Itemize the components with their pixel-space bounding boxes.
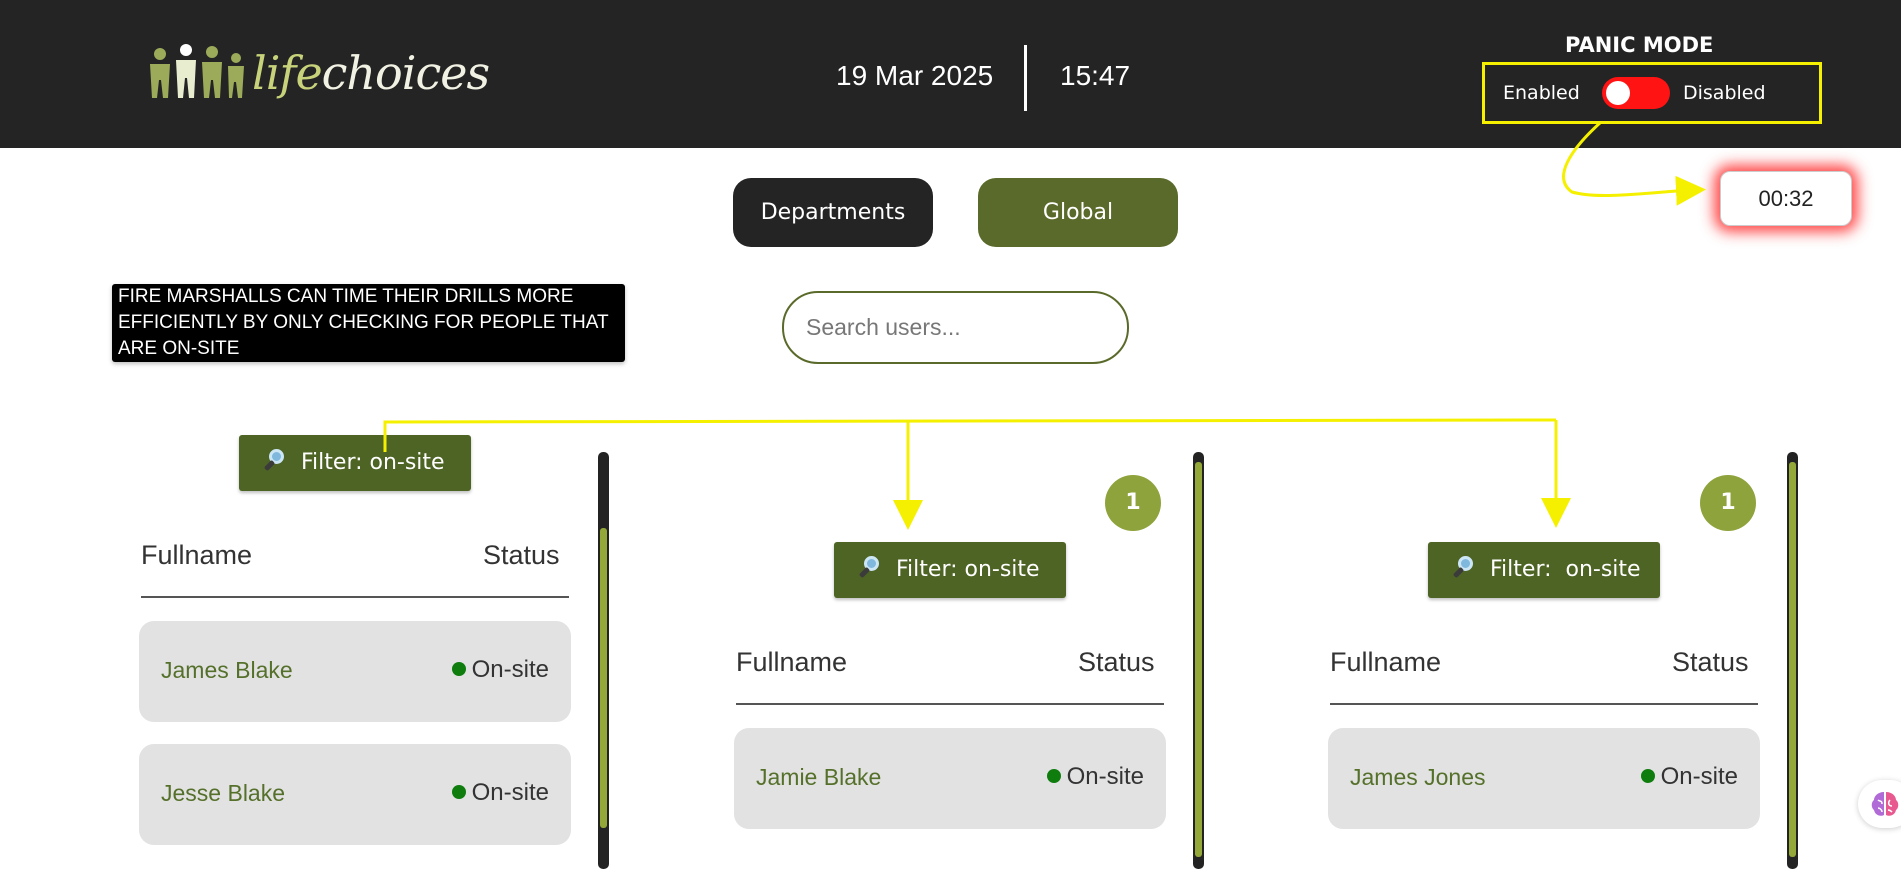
departments-button[interactable]: Departments <box>733 178 933 247</box>
panic-mode-title: PANIC MODE <box>1565 33 1714 57</box>
magnifier-icon <box>1452 555 1476 579</box>
green-dot-icon <box>451 662 466 676</box>
header-divider <box>1024 45 1027 111</box>
search-users-input[interactable] <box>782 291 1129 364</box>
panic-enabled-label: Enabled <box>1503 82 1580 104</box>
scrollbar-thumb[interactable] <box>1195 462 1202 857</box>
app-root: lifechoices 19 Mar 2025 15:47 PANIC MODE… <box>0 0 1901 869</box>
row-fullname: James Blake <box>161 657 293 683</box>
green-dot-icon <box>451 785 466 799</box>
row-status: On-site <box>1046 763 1144 791</box>
logo-life-text: life <box>252 46 323 100</box>
row-status-text: On-site <box>1660 763 1738 790</box>
panel-3-scrollbar[interactable] <box>1787 452 1798 869</box>
current-date: 19 Mar 2025 <box>836 60 994 91</box>
top-header: lifechoices 19 Mar 2025 15:47 PANIC MODE… <box>0 0 1901 148</box>
panic-disabled-label: Disabled <box>1683 82 1766 104</box>
row-fullname: Jesse Blake <box>161 780 286 806</box>
panel-2-scrollbar[interactable] <box>1193 452 1204 869</box>
drill-timer: 00:32 <box>1720 171 1852 226</box>
column-header-status: Status <box>1078 647 1155 677</box>
panic-mode-box: Enabled Disabled <box>1482 62 1822 124</box>
row-status: On-site <box>451 779 549 807</box>
annotation-note: FIRE MARSHALLS CAN TIME THEIR DRILLS MOR… <box>112 284 625 362</box>
brain-icon <box>1871 792 1899 816</box>
column-header-status: Status <box>1672 647 1749 677</box>
table-row[interactable]: James Jones On-site <box>1328 728 1760 829</box>
column-header-fullname: Fullname <box>141 540 253 570</box>
green-dot-icon <box>1640 769 1655 783</box>
logo-people-icon <box>150 44 244 98</box>
row-status: On-site <box>1640 763 1738 791</box>
count-badge: 1 <box>1105 475 1161 531</box>
row-status-text: On-site <box>471 656 549 683</box>
table-row[interactable]: Jamie Blake On-site <box>734 728 1166 829</box>
row-status-text: On-site <box>1066 763 1144 790</box>
magnifier-icon <box>263 448 287 472</box>
current-time: 15:47 <box>1060 60 1131 91</box>
filter-label: Filter: on-site <box>301 450 445 475</box>
assistant-button[interactable] <box>1858 780 1901 828</box>
scrollbar-thumb[interactable] <box>1789 462 1796 857</box>
column-header-fullname: Fullname <box>736 647 848 677</box>
row-fullname: Jamie Blake <box>756 764 882 790</box>
lifechoices-logo[interactable]: lifechoices <box>146 40 490 120</box>
global-button[interactable]: Global <box>978 178 1178 247</box>
count-badge: 1 <box>1700 475 1756 531</box>
logo-choices-text: choices <box>321 46 490 100</box>
logo-wordmark: lifechoices <box>252 46 490 100</box>
header-rule <box>1330 703 1758 705</box>
header-rule <box>141 596 569 598</box>
row-fullname: James Jones <box>1350 764 1486 790</box>
panic-mode-toggle[interactable] <box>1602 77 1670 109</box>
scrollbar-thumb[interactable] <box>600 528 607 828</box>
header-rule <box>736 703 1164 705</box>
filter-connector-line <box>383 418 1557 452</box>
toggle-knob <box>1606 81 1630 105</box>
filter-label: Filter: on-site <box>896 557 1040 582</box>
panel-1-scrollbar[interactable] <box>598 452 609 869</box>
filter-onsite-button[interactable]: Filter: on-site <box>834 542 1066 598</box>
row-status: On-site <box>451 656 549 684</box>
filter-onsite-button[interactable]: Filter: on-site <box>239 435 471 491</box>
row-status-text: On-site <box>471 779 549 806</box>
green-dot-icon <box>1046 769 1061 783</box>
filter-label: Filter: on-site <box>1490 557 1641 582</box>
column-header-status: Status <box>483 540 560 570</box>
filter-onsite-button[interactable]: Filter: on-site <box>1428 542 1660 598</box>
magnifier-icon <box>858 555 882 579</box>
table-row[interactable]: Jesse Blake On-site <box>139 744 571 845</box>
column-header-fullname: Fullname <box>1330 647 1442 677</box>
table-row[interactable]: James Blake On-site <box>139 621 571 722</box>
